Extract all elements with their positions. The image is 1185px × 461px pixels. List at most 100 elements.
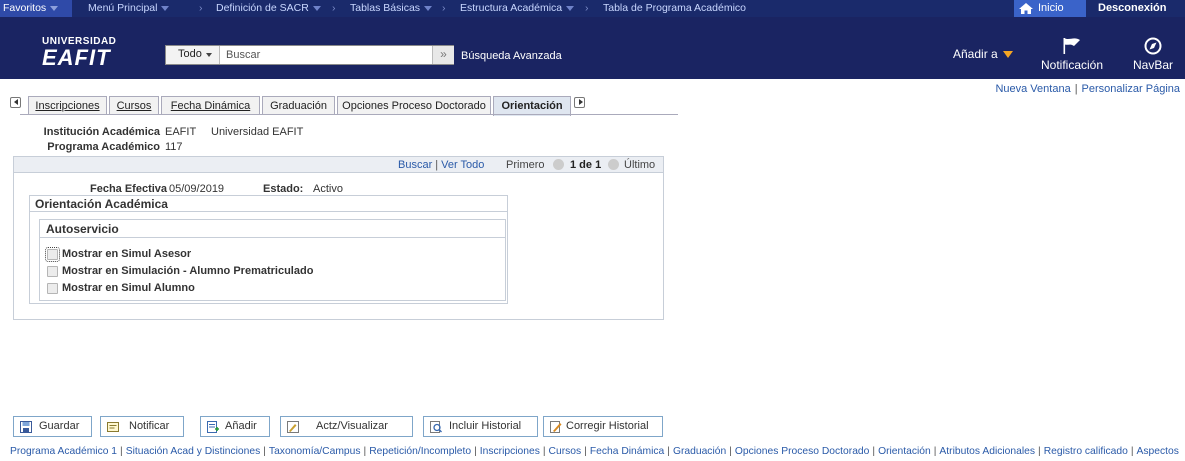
previous-row-button[interactable] [553,159,564,170]
academic-orientation-group: Orientación Académica Autoservicio Mostr… [29,195,508,304]
footer-link[interactable]: Programa Académico 1 [10,446,117,457]
institution-name: Universidad EAFIT [211,126,304,138]
university-logo: UNIVERSIDAD EAFIT [42,37,116,69]
search-input[interactable] [224,46,424,64]
page-links: Nueva Ventana | Personalizar Página [995,83,1180,95]
tab-scroll-right-button[interactable] [574,97,585,108]
link-divider: | [1074,83,1078,95]
breadcrumb-separator: › [585,2,589,14]
favorites-label: Favoritos [3,2,47,14]
tab-orientacion[interactable]: Orientación [493,96,571,116]
show-prematric-sim-checkbox[interactable] [47,266,58,277]
logout-link[interactable]: Desconexión [1098,2,1166,14]
correct-history-button[interactable]: Corregir Historial [543,416,663,437]
include-history-button[interactable]: Incluir Historial [423,416,538,437]
triangle-down-icon [1002,51,1013,59]
last-link[interactable]: Último [624,159,655,171]
footer-link[interactable]: Situación Acad y Distinciones [126,446,261,457]
save-button[interactable]: Guardar [13,416,92,437]
tab-fecha-dinamica[interactable]: Fecha Dinámica [161,96,260,115]
first-link[interactable]: Primero [506,159,545,171]
arrow-left-icon [14,99,18,105]
self-service-group: Autoservicio Mostrar en Simul Asesor Mos… [39,219,506,301]
tab-label: Graduación [270,100,327,112]
notify-label: Notificar [129,420,170,432]
chevron-down-icon [312,5,321,11]
academic-orientation-header: Orientación Académica [30,196,507,212]
view-all-link[interactable]: Ver Todo [441,159,484,171]
tab-underline [20,114,678,115]
update-display-icon [287,421,299,433]
tab-bar: Inscripciones Cursos Fecha Dinámica Grad… [8,96,678,116]
find-link[interactable]: Buscar [398,159,432,171]
footer-link[interactable]: Graduación [673,446,726,457]
effective-date-scroll-area: Buscar | Ver Todo Primero 1 de 1 Último Fe… [13,156,664,320]
advanced-search-link[interactable]: Búsqueda Avanzada [461,50,562,62]
main-menu[interactable]: Menú Principal [88,2,170,14]
search-scope-dropdown[interactable]: Todo [166,46,220,64]
show-student-sim-checkbox[interactable] [47,283,58,294]
home-icon [1019,3,1033,14]
footer-link[interactable]: Registro calificado [1044,446,1128,457]
institution-code: EAFIT [165,126,197,138]
notification-label: Notificación [1040,58,1104,72]
tab-graduacion[interactable]: Graduación [262,96,335,115]
tab-opciones-proceso-doctorado[interactable]: Opciones Proceso Doctorado [337,96,491,115]
notification-button[interactable]: Notificación [1040,37,1104,77]
tab-cursos[interactable]: Cursos [109,96,159,115]
update-display-button[interactable]: Actz/Visualizar [280,416,413,437]
add-to-menu[interactable]: Añadir a [953,47,1013,61]
breadcrumb-item-basic-tables[interactable]: Tablas Básicas [350,2,433,14]
search-go-button[interactable]: » [432,46,454,64]
footer-link[interactable]: Fecha Dinámica [590,446,664,457]
include-history-icon [430,421,442,433]
add-button[interactable]: Añadir [200,416,270,437]
footer-link[interactable]: Aspectos [1137,446,1179,457]
show-advisor-sim-checkbox[interactable] [45,247,60,262]
logo-line-2: EAFIT [42,45,111,70]
link-divider: | [667,446,670,457]
link-divider: | [933,446,937,457]
tab-scroll-left-button[interactable] [10,97,21,108]
show-advisor-sim-label: Mostrar en Simul Asesor [62,248,192,260]
navbar-button[interactable]: NavBar [1128,37,1178,77]
search-scope-label: Todo [178,48,202,60]
link-divider: | [474,446,477,457]
personalize-page-link[interactable]: Personalizar Página [1082,83,1180,95]
chevron-down-icon [50,5,59,11]
row-count: 1 de 1 [570,159,602,171]
footer-link[interactable]: Inscripciones [480,446,540,457]
save-icon [20,421,32,433]
footer-link[interactable]: Taxonomía/Campus [269,446,361,457]
save-label: Guardar [39,420,80,432]
update-display-label: Actz/Visualizar [316,420,388,432]
show-prematric-sim-label: Mostrar en Simulación - Alumno Prematric… [62,265,314,277]
link-divider: | [1130,446,1134,457]
footer-link[interactable]: Opciones Proceso Doctorado [735,446,870,457]
new-window-link[interactable]: Nueva Ventana [995,83,1070,95]
favorites-menu[interactable]: Favoritos [0,0,72,17]
add-to-label: Añadir a [953,47,998,61]
next-row-button[interactable] [608,159,619,170]
effective-date-value: 05/09/2019 [169,183,225,195]
breadcrumb-item-label: Definición de SACR [216,2,309,14]
breadcrumb-item-academic-structure[interactable]: Estructura Académica [460,2,575,14]
footer-link[interactable]: Cursos [549,446,582,457]
search-box: Todo » [165,45,454,65]
footer-link[interactable]: Repetición/Incompleto [369,446,471,457]
tab-label: Inscripciones [35,100,100,112]
breadcrumb-item-label: Tabla de Programa Académico [603,2,746,14]
footer-link[interactable]: Atributos Adicionales [939,446,1035,457]
include-history-label: Incluir Historial [449,420,522,432]
chevron-down-icon [566,5,575,11]
breadcrumb-item-sacr[interactable]: Definición de SACR [216,2,321,14]
double-chevron-right-icon: » [440,47,447,61]
footer-link[interactable]: Orientación [878,446,931,457]
add-label: Añadir [225,420,257,432]
status-value: Activo [313,183,343,195]
link-divider: | [120,446,123,457]
breadcrumb-item-label: Estructura Académica [460,2,563,14]
notify-button[interactable]: Notificar [100,416,184,437]
tab-inscripciones[interactable]: Inscripciones [28,96,107,115]
scroll-header: Buscar | Ver Todo Primero 1 de 1 Último [14,157,663,173]
